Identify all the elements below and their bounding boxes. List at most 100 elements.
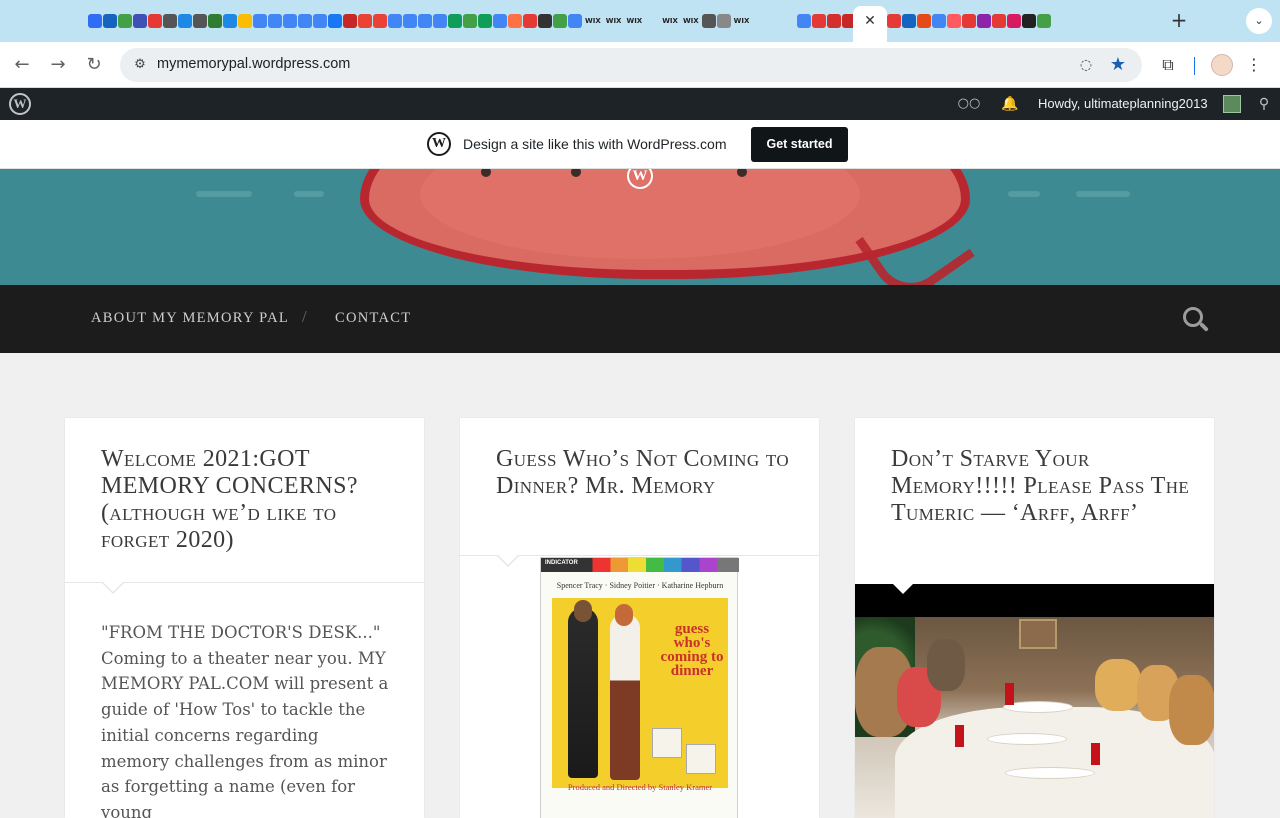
post-title[interactable]: Don’t Starve Your Memory!!!!! Please Pas…: [891, 446, 1191, 527]
tab-favicon[interactable]: [328, 14, 342, 28]
back-button[interactable]: ←: [10, 53, 34, 77]
forward-button[interactable]: →: [46, 53, 70, 77]
tab-favicon-wix[interactable]: WIX: [732, 14, 752, 28]
user-avatar[interactable]: [1223, 95, 1241, 113]
dog: [1095, 659, 1141, 711]
site-info-icon[interactable]: ⚙: [130, 55, 150, 75]
tab-favicon[interactable]: [298, 14, 312, 28]
tab-favicon[interactable]: [433, 14, 447, 28]
nav-item-contact[interactable]: CONTACT: [335, 310, 411, 327]
post-card: Welcome 2021:GOT MEMORY CONCERNS? (altho…: [65, 418, 424, 818]
tab-favicon[interactable]: [812, 14, 827, 28]
post-title[interactable]: Welcome 2021:GOT MEMORY CONCERNS? (altho…: [101, 446, 401, 554]
tab-favicon[interactable]: [313, 14, 327, 28]
tab-favicon[interactable]: [148, 14, 162, 28]
nav-item-about[interactable]: ABOUT MY MEMORY PAL: [91, 310, 289, 327]
tab-favicon-wix[interactable]: WIX: [583, 14, 603, 28]
movie-poster-image[interactable]: INDICATOR Spencer Tracy · Sidney Poitier…: [540, 557, 739, 818]
tab-favicon[interactable]: [103, 14, 117, 28]
tab-favicon-wix[interactable]: WIX: [681, 14, 701, 28]
address-bar[interactable]: ⚙ mymemorypal.wordpress.com ◌ ★: [120, 48, 1142, 82]
bookmark-star-icon[interactable]: ★: [1107, 54, 1129, 76]
wall-painting: [1019, 619, 1057, 649]
tab-favicon[interactable]: [193, 14, 207, 28]
tab-favicon-wix[interactable]: WIX: [660, 14, 680, 28]
tab-favicon[interactable]: [992, 14, 1007, 28]
tab-favicon[interactable]: [716, 14, 731, 28]
howdy-user-link[interactable]: Howdy, ultimateplanning2013: [1038, 96, 1208, 111]
tab-favicon[interactable]: [133, 14, 147, 28]
reader-icon[interactable]: ○○: [956, 95, 982, 113]
tab-favicon[interactable]: [448, 14, 462, 28]
tab-favicon[interactable]: [523, 14, 537, 28]
post-title[interactable]: Guess Who’s Not Coming to Dinner? Mr. Me…: [496, 446, 796, 500]
tab-favicon[interactable]: [388, 14, 402, 28]
active-tab[interactable]: ✕: [853, 6, 887, 42]
poster-strip-label: INDICATOR: [545, 560, 578, 566]
tab-favicon[interactable]: [478, 14, 492, 28]
tab-favicon[interactable]: [701, 14, 716, 28]
get-started-button[interactable]: Get started: [751, 127, 848, 162]
tab-favicon[interactable]: [223, 14, 237, 28]
tab-favicon[interactable]: [568, 14, 582, 28]
tab-favicon[interactable]: [163, 14, 177, 28]
wordpress-logo-icon[interactable]: W: [9, 93, 31, 115]
site-header-image[interactable]: W: [0, 169, 1280, 285]
tab-favicon-wix[interactable]: WIX: [604, 14, 624, 28]
tab-favicon[interactable]: [178, 14, 192, 28]
poster-figure-head: [574, 600, 592, 622]
tab-favicon[interactable]: [917, 14, 932, 28]
tab-favicon[interactable]: [827, 14, 842, 28]
tab-favicon-wix[interactable]: WIX: [624, 14, 644, 28]
tab-favicon[interactable]: [797, 14, 812, 28]
tab-favicon[interactable]: [463, 14, 477, 28]
tab-favicon[interactable]: [962, 14, 977, 28]
tab-favicon[interactable]: [493, 14, 507, 28]
tab-favicon[interactable]: [253, 14, 267, 28]
tab-favicon[interactable]: [208, 14, 222, 28]
tab-favicon[interactable]: [508, 14, 522, 28]
dog: [927, 639, 965, 691]
tab-favicon[interactable]: [887, 14, 902, 28]
profile-avatar[interactable]: [1211, 54, 1233, 76]
browser-tab-strip: WIX WIX WIX WIX WIX WIX ✕ + ⌄: [0, 0, 1280, 42]
close-tab-icon[interactable]: ✕: [861, 12, 879, 30]
new-tab-button[interactable]: +: [1168, 9, 1190, 31]
url-text[interactable]: mymemorypal.wordpress.com: [157, 56, 350, 72]
tab-favicon[interactable]: [553, 14, 567, 28]
header-decoration: [294, 191, 324, 197]
notifications-bell-icon[interactable]: 🔔: [1000, 94, 1020, 114]
tab-favicon[interactable]: [403, 14, 417, 28]
reload-button[interactable]: ↻: [82, 53, 106, 77]
wp-admin-bar: W ○○ 🔔 Howdy, ultimateplanning2013 ⚲: [0, 88, 1280, 120]
admin-search-icon[interactable]: ⚲: [1255, 95, 1273, 113]
tab-favicon[interactable]: [418, 14, 432, 28]
tab-favicon[interactable]: [283, 14, 297, 28]
poster-credit: Produced and Directed by Stanley Kramer: [567, 782, 713, 792]
tab-search-button[interactable]: ⌄: [1246, 8, 1272, 34]
tab-favicon[interactable]: [1037, 14, 1052, 28]
tab-favicon[interactable]: [902, 14, 917, 28]
tab-favicon[interactable]: [343, 14, 357, 28]
tab-favicon[interactable]: [88, 14, 102, 28]
tab-favicon[interactable]: [118, 14, 132, 28]
design-site-banner: W Design a site like this with WordPress…: [0, 120, 1280, 169]
browser-menu-icon[interactable]: ⋮: [1246, 53, 1262, 77]
tab-favicon[interactable]: [932, 14, 947, 28]
tab-favicon[interactable]: [373, 14, 387, 28]
card-notch: [103, 582, 123, 592]
plate: [987, 733, 1067, 745]
extensions-icon[interactable]: ⧉: [1156, 53, 1180, 77]
search-icon[interactable]: [1181, 305, 1211, 335]
tab-favicon[interactable]: [1022, 14, 1037, 28]
tab-favicons[interactable]: WIX WIX WIX WIX WIX WIX: [88, 10, 1052, 32]
tab-favicon[interactable]: [238, 14, 252, 28]
tab-favicon[interactable]: [268, 14, 282, 28]
tab-favicon[interactable]: [538, 14, 552, 28]
tab-favicon[interactable]: [977, 14, 992, 28]
tab-favicon[interactable]: [1007, 14, 1022, 28]
tab-favicon[interactable]: [947, 14, 962, 28]
dogs-dinner-image[interactable]: [855, 584, 1214, 818]
tab-favicon[interactable]: [358, 14, 372, 28]
eye-off-icon[interactable]: ◌: [1075, 55, 1097, 75]
